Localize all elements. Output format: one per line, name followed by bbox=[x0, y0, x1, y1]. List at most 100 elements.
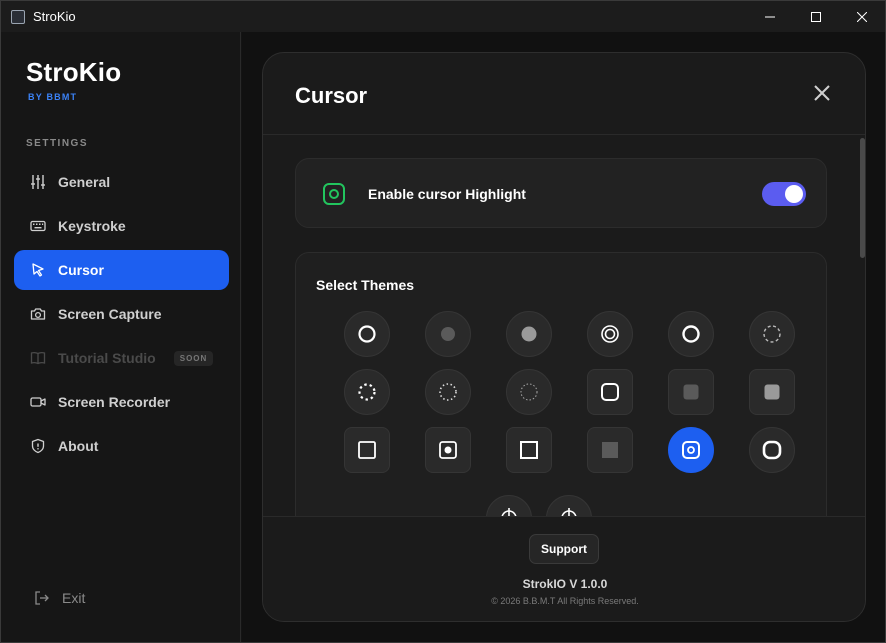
sidebar-item-cursor[interactable]: Cursor bbox=[14, 250, 229, 290]
window-title: StroKio bbox=[33, 9, 76, 24]
sidebar-item-tutorial-studio: Tutorial Studio SOON bbox=[14, 338, 229, 378]
cursor-highlight-card: Enable cursor Highlight bbox=[295, 158, 827, 228]
window-controls bbox=[747, 1, 885, 32]
theme-option-7[interactable] bbox=[344, 369, 390, 415]
theme-cursor-icon bbox=[358, 325, 376, 343]
app-window: StroKio StroKio BY BBMT SETTINGS General bbox=[0, 0, 886, 643]
theme-option-1[interactable] bbox=[344, 311, 390, 357]
sidebar-item-label: Screen Capture bbox=[58, 306, 162, 322]
brand-logo: StroKio bbox=[26, 57, 122, 87]
theme-cursor-icon bbox=[441, 327, 455, 341]
theme-option-14[interactable] bbox=[425, 427, 471, 473]
cursor-settings-panel: Cursor Enable cursor Highlight Select Th… bbox=[262, 52, 866, 622]
theme-option-13[interactable] bbox=[344, 427, 390, 473]
theme-cursor-icon bbox=[439, 441, 457, 459]
cursor-arrow-icon bbox=[30, 262, 46, 278]
theme-cursor-icon bbox=[682, 441, 700, 459]
sidebar-nav: General Keystroke Cursor Screen Capture bbox=[14, 162, 229, 470]
sidebar-item-label: About bbox=[58, 438, 99, 454]
theme-option-20[interactable] bbox=[546, 495, 592, 516]
theme-option-2[interactable] bbox=[425, 311, 471, 357]
theme-cursor-icon bbox=[602, 442, 618, 458]
theme-cursor-icon bbox=[358, 383, 376, 401]
settings-scroll-area[interactable]: Enable cursor Highlight Select Themes bbox=[263, 136, 865, 516]
panel-footer: Support StrokIO V 1.0.0 © 2026 B.B.M.T A… bbox=[263, 516, 865, 621]
app-icon bbox=[11, 9, 25, 24]
theme-option-19[interactable] bbox=[486, 495, 532, 516]
minimize-button[interactable] bbox=[747, 1, 793, 32]
theme-cursor-icon bbox=[501, 508, 517, 516]
sidebar-item-label: Tutorial Studio bbox=[58, 350, 156, 366]
theme-option-18[interactable] bbox=[749, 427, 795, 473]
cursor-highlight-icon bbox=[323, 183, 345, 205]
theme-option-11[interactable] bbox=[668, 369, 714, 415]
cursor-highlight-label: Enable cursor Highlight bbox=[368, 186, 526, 202]
theme-cursor-icon bbox=[683, 384, 699, 400]
theme-cursor-icon bbox=[520, 441, 538, 459]
toggle-knob bbox=[785, 185, 803, 203]
sidebar-item-screen-recorder[interactable]: Screen Recorder bbox=[14, 382, 229, 422]
scrollbar-thumb[interactable] bbox=[860, 138, 865, 258]
theme-cursor-icon bbox=[520, 383, 538, 401]
keyboard-icon bbox=[30, 218, 46, 234]
exit-icon bbox=[34, 590, 50, 606]
theme-cursor-icon bbox=[358, 441, 376, 459]
main-area: Cursor Enable cursor Highlight Select Th… bbox=[242, 32, 885, 642]
themes-title: Select Themes bbox=[316, 277, 415, 293]
theme-option-6[interactable] bbox=[749, 311, 795, 357]
theme-cursor-icon bbox=[762, 440, 782, 460]
copyright-text: © 2026 B.B.M.T All Rights Reserved. bbox=[491, 596, 639, 606]
sidebar-item-general[interactable]: General bbox=[14, 162, 229, 202]
minimize-icon bbox=[765, 16, 775, 17]
theme-cursor-icon bbox=[601, 383, 619, 401]
title-bar: StroKio bbox=[1, 1, 885, 32]
sidebar-item-screen-capture[interactable]: Screen Capture bbox=[14, 294, 229, 334]
theme-option-17[interactable] bbox=[668, 427, 714, 473]
sidebar-item-label: General bbox=[58, 174, 111, 190]
close-window-button[interactable] bbox=[839, 1, 885, 32]
sliders-icon bbox=[30, 174, 46, 190]
maximize-button[interactable] bbox=[793, 1, 839, 32]
sidebar-item-keystroke[interactable]: Keystroke bbox=[14, 206, 229, 246]
shield-icon bbox=[30, 438, 46, 454]
sidebar-item-label: Cursor bbox=[58, 262, 104, 278]
theme-cursor-icon bbox=[763, 325, 781, 343]
theme-option-12[interactable] bbox=[749, 369, 795, 415]
theme-cursor-icon bbox=[561, 508, 577, 516]
maximize-icon bbox=[811, 11, 821, 22]
book-icon bbox=[30, 350, 46, 366]
support-button[interactable]: Support bbox=[529, 534, 599, 564]
theme-cursor-icon bbox=[601, 325, 619, 343]
theme-cursor-icon bbox=[764, 384, 780, 400]
close-icon bbox=[814, 85, 830, 101]
version-text: StrokIO V 1.0.0 bbox=[522, 577, 608, 591]
sidebar: StroKio BY BBMT SETTINGS General Keystro… bbox=[1, 32, 241, 642]
vertical-scrollbar[interactable] bbox=[860, 136, 865, 516]
theme-option-5[interactable] bbox=[668, 311, 714, 357]
themes-card: Select Themes bbox=[295, 252, 827, 516]
panel-header: Cursor bbox=[263, 53, 865, 135]
theme-cursor-icon bbox=[682, 325, 700, 343]
theme-option-16[interactable] bbox=[587, 427, 633, 473]
theme-cursor-icon bbox=[439, 383, 457, 401]
theme-option-15[interactable] bbox=[506, 427, 552, 473]
sidebar-item-label: Keystroke bbox=[58, 218, 126, 234]
theme-option-8[interactable] bbox=[425, 369, 471, 415]
close-panel-button[interactable] bbox=[813, 84, 831, 102]
page-title: Cursor bbox=[295, 83, 368, 108]
sidebar-item-about[interactable]: About bbox=[14, 426, 229, 466]
theme-option-4[interactable] bbox=[587, 311, 633, 357]
exit-button[interactable]: Exit bbox=[34, 590, 85, 606]
theme-option-10[interactable] bbox=[587, 369, 633, 415]
camera-icon bbox=[30, 306, 46, 322]
theme-option-3[interactable] bbox=[506, 311, 552, 357]
sidebar-item-label: Screen Recorder bbox=[58, 394, 171, 410]
settings-section-label: SETTINGS bbox=[26, 138, 89, 149]
cursor-highlight-toggle[interactable] bbox=[762, 182, 806, 206]
close-window-icon bbox=[857, 11, 867, 22]
brand-subtitle: BY BBMT bbox=[28, 92, 78, 102]
video-icon bbox=[30, 394, 46, 410]
theme-option-9[interactable] bbox=[506, 369, 552, 415]
exit-label: Exit bbox=[62, 590, 86, 606]
theme-cursor-icon bbox=[521, 326, 537, 342]
